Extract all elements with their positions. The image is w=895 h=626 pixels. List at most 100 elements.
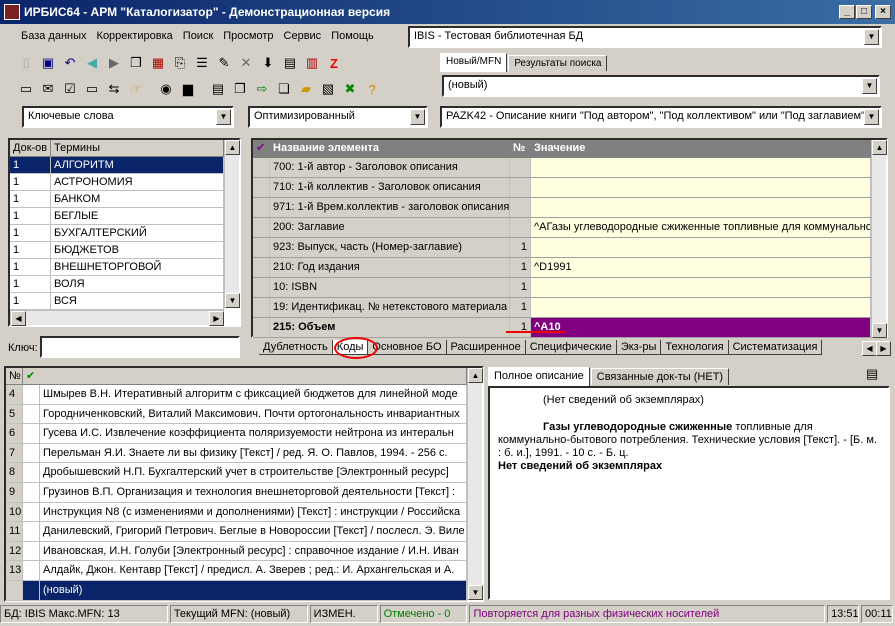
editor-row[interactable]: 19: Идентификац. № нетекстового материал… [253,298,886,318]
tab-new-mfn[interactable]: Новый/MFN [440,53,508,72]
excel-icon[interactable]: ✖ [340,79,360,99]
dict-row[interactable]: 1 БЕГЛЫЕ [10,208,224,225]
view-icon[interactable]: ◉ [156,79,176,99]
record-row[interactable]: 4 Шмырев В.Н. Итеративный алгоритм с фикс… [6,385,467,405]
undo-icon[interactable]: ↶ [60,53,80,73]
element-value[interactable] [531,198,871,217]
editor-tab-7[interactable]: Систематизация [728,340,823,355]
dict-row[interactable]: 1 БАНКОМ [10,191,224,208]
record-row[interactable]: 11 Данилевский, Григорий Петрович. Беглые… [6,522,467,542]
chevron-down-icon[interactable]: ▼ [410,109,425,125]
dictionary-hscrollbar[interactable]: ◀ ▶ [10,310,224,326]
scroll-up-icon[interactable]: ▲ [468,368,483,383]
editor-row[interactable]: 710: 1-й коллектив - Заголовок описания [253,178,886,198]
link-icon[interactable]: ⇆ [104,79,124,99]
dictionary-scrollbar[interactable]: ▲ ▼ [224,140,240,308]
dict-row[interactable]: 1 ВОЛЯ [10,276,224,293]
record-row[interactable]: 10 Инструкция N8 (с изменениями и дополне… [6,502,467,523]
element-value[interactable] [531,278,871,297]
record-row[interactable]: 13 Алдайк, Джон. Кентавр [Текст] / предис… [6,561,467,581]
barcode-icon[interactable]: ▥ [302,53,322,73]
menu-search[interactable]: Поиск [178,28,218,46]
folder-open-icon[interactable]: ▰ [296,79,316,99]
element-value[interactable]: ^A10 [531,318,871,337]
back-icon[interactable]: ◀ [82,53,102,73]
copy-record-icon[interactable]: ❐ [126,53,146,73]
search-mode-select[interactable]: Ключевые слова ▼ [22,106,234,128]
dict-row[interactable]: 1 ВСЯ [10,293,224,310]
tab-scroll-right-icon[interactable]: ▶ [876,341,891,356]
hand-icon[interactable]: ☞ [126,79,146,99]
editor-scrollbar[interactable]: ▲ ▼ [871,140,887,338]
record-row[interactable]: 9 Грузинов В.П. Организация и технология … [6,482,467,503]
dict-row[interactable]: 1 БЮДЖЕТОВ [10,242,224,259]
editor-row[interactable]: 700: 1-й автор - Заголовок описания [253,158,886,178]
chevron-down-icon[interactable]: ▼ [864,109,879,125]
chevron-down-icon[interactable]: ▼ [862,78,877,94]
help-icon[interactable]: ? [362,79,382,99]
menu-help[interactable]: Помощь [326,28,379,46]
chevron-down-icon[interactable]: ▼ [216,109,231,125]
record-row[interactable]: (новый) [6,580,467,601]
editor-row[interactable]: 923: Выпуск, часть (Номер-заглавие) 1 [253,238,886,258]
editor-row[interactable]: 971: 1-й Врем.коллектив - заголовок опис… [253,198,886,218]
folder-icon[interactable]: ▆ [178,79,198,99]
tab-linked-docs[interactable]: Связанные док-ты (НЕТ) [590,368,730,385]
editor-tab-5[interactable]: Экз-ры [616,340,662,355]
print-icon[interactable]: ▤ [866,366,878,382]
save-icon[interactable]: ▣ [38,53,58,73]
record-check[interactable] [23,541,40,561]
tab-full-description[interactable]: Полное описание [488,367,590,386]
scroll-up-icon[interactable]: ▲ [872,140,887,155]
scroll-left-icon[interactable]: ◀ [11,311,26,326]
editor-row[interactable]: 210: Год издания 1 ^D1991 [253,258,886,278]
chevron-down-icon[interactable]: ▼ [864,29,879,45]
record-row[interactable]: 12 Ивановская, И.Н. Голуби [Электронный р… [6,541,467,562]
editor-tab-3[interactable]: Расширенное [446,340,526,355]
dictionary-grid[interactable]: Док-ов Термины 1 АЛГОРИТМ 1 АСТРОНОМИЯ 1 БАНКО… [8,138,241,327]
scroll-down-icon[interactable]: ▼ [225,293,240,308]
editor-tab-2[interactable]: Основное БО [368,340,447,355]
comment-icon[interactable]: ▭ [16,79,36,99]
minimize-button[interactable]: _ [839,5,855,19]
maximize-button[interactable]: □ [856,5,872,19]
key-input[interactable] [40,336,240,358]
element-value[interactable] [531,238,871,257]
element-value[interactable]: ^D1991 [531,258,871,277]
table-icon[interactable]: ▦ [148,53,168,73]
editor-tab-4[interactable]: Специфические [525,340,617,355]
scroll-right-icon[interactable]: ▶ [209,311,224,326]
record-check[interactable] [23,463,40,482]
element-value[interactable] [531,298,871,317]
delete-icon[interactable]: ✕ [236,53,256,73]
editor-row[interactable]: 10: ISBN 1 [253,278,886,298]
edit-icon[interactable]: ✎ [214,53,234,73]
scroll-down-icon[interactable]: ▼ [872,323,887,338]
record-row[interactable]: 5 Городниченковский, Виталий Максимович. … [6,404,467,425]
record-check[interactable] [23,424,40,443]
editor-row[interactable]: 215: Объем 1 ^A10 [253,318,886,338]
dict-row[interactable]: 1 ВНЕШНЕТОРГОВОЙ [10,259,224,276]
menu-view[interactable]: Просмотр [218,28,278,46]
menu-edit[interactable]: Корректировка [92,28,178,46]
menu-service[interactable]: Сервис [279,28,327,46]
records-grid[interactable]: № ✔ 4 Шмырев В.Н. Итеративный алгоритм с ф… [4,366,484,602]
tab-search-results[interactable]: Результаты поиска [508,55,608,71]
record-row[interactable]: 6 Гусева И.С. Извлечение коэффициента пол… [6,424,467,444]
element-value[interactable] [531,158,871,177]
record-row[interactable]: 7 Перельман Я.И. Знаете ли вы физику [Тек… [6,443,467,464]
record-row[interactable]: 8 Дробышевский Н.П. Бухгалтерский учет в … [6,463,467,483]
list-icon[interactable]: ☰ [192,53,212,73]
editor-grid[interactable]: ✔ Название элемента № Значение 700: 1-й авт… [251,138,888,338]
import-icon[interactable]: ⬇ [258,53,278,73]
element-value[interactable]: ^AГазы углеводородные сжиженные топливны… [531,218,871,237]
record-check[interactable] [23,502,40,522]
new-doc-icon[interactable]: ▯ [16,53,36,73]
dict-row[interactable]: 1 АСТРОНОМИЯ [10,174,224,191]
check-icon[interactable]: ☑ [60,79,80,99]
close-button[interactable]: × [875,5,891,19]
export-icon[interactable]: ⎘ [170,53,190,73]
message-icon[interactable]: ✉ [38,79,58,99]
element-value[interactable] [531,178,871,197]
dict-row[interactable]: 1 АЛГОРИТМ [10,157,224,174]
